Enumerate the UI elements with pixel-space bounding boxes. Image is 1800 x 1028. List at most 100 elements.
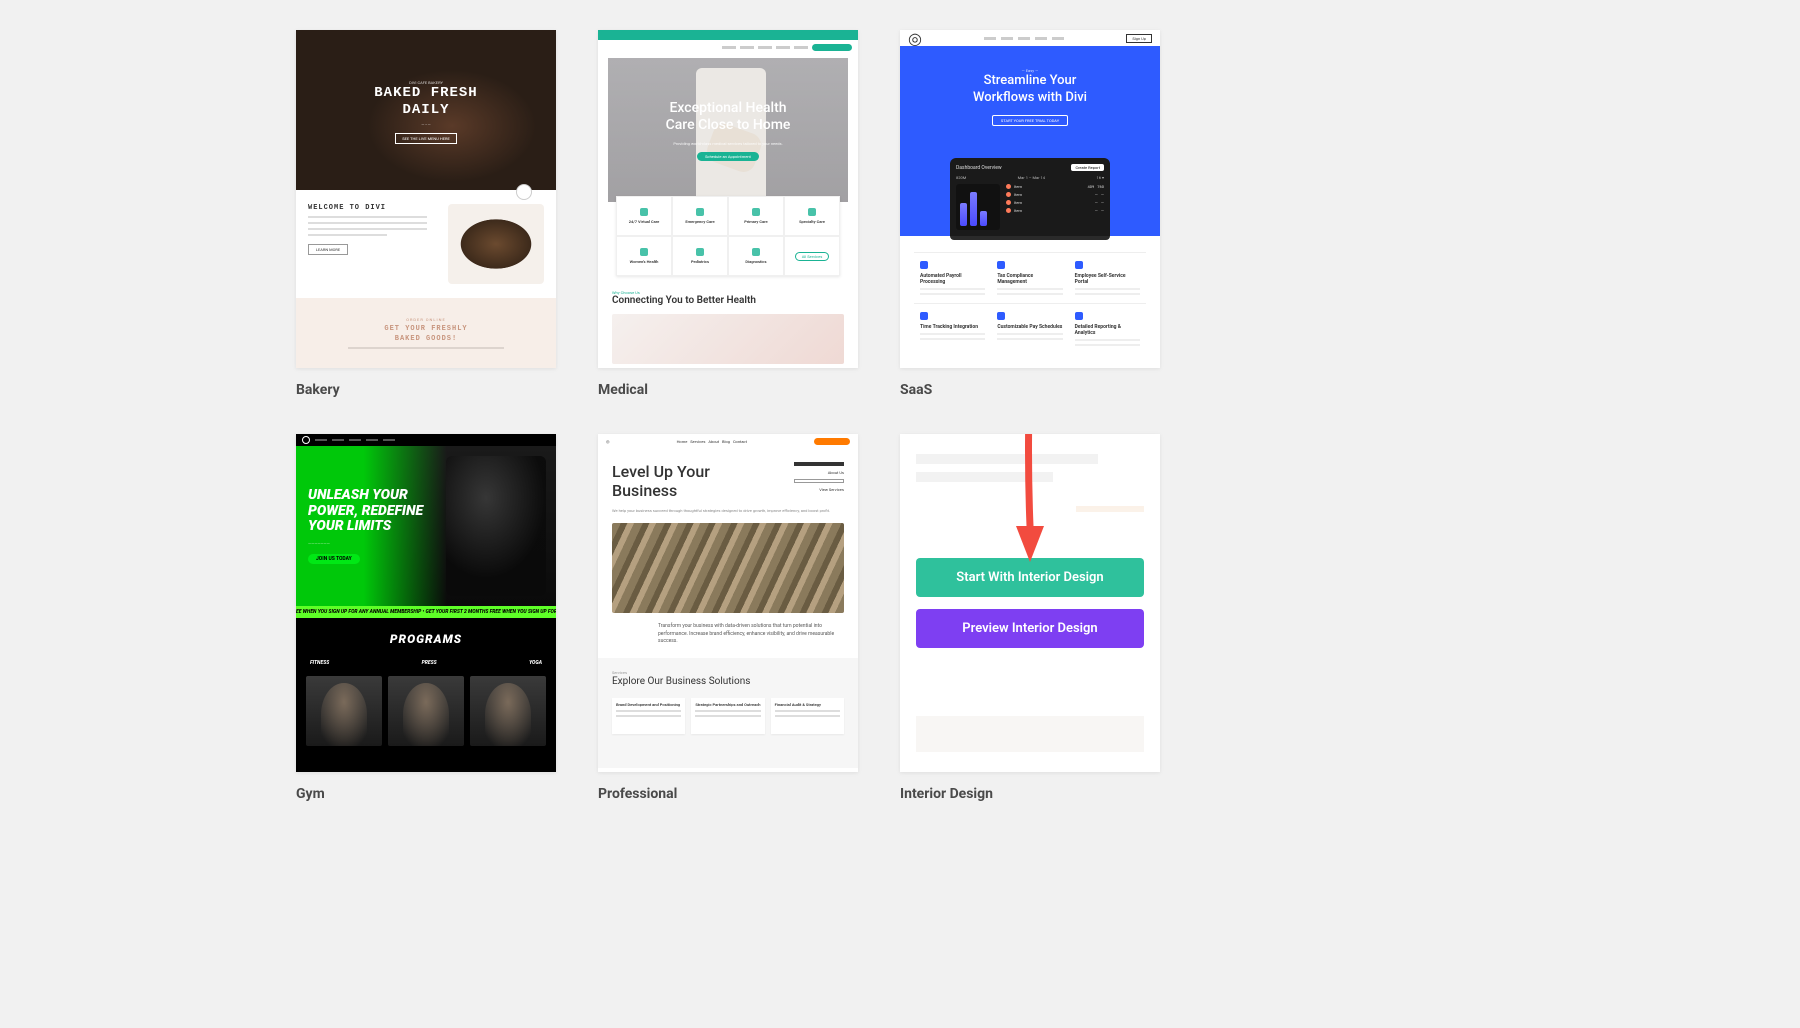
- gym-banner: EE WHEN YOU SIGN UP FOR ANY ANNUAL MEMBE…: [296, 606, 556, 618]
- medical-cell: Women's Health: [630, 259, 659, 264]
- saas-logo-icon: ◎: [908, 30, 922, 48]
- gym-program-image: [470, 676, 546, 746]
- bakery-learn-more-button: LEARN MORE: [308, 244, 348, 255]
- template-thumb-medical[interactable]: Exceptional Health Care Close to Home Pr…: [598, 30, 858, 368]
- template-label-saas: SaaS: [900, 382, 1160, 398]
- pro-nav: ◎ Home Services About Blog Contact: [598, 434, 858, 448]
- pediatrics-icon: [696, 248, 704, 256]
- diagnostics-icon: [752, 248, 760, 256]
- pro-logo-icon: ◎: [606, 439, 610, 444]
- bakery-hero-title: BAKED FRESH DAILY: [374, 85, 477, 119]
- gym-hero: UNLEASH YOUR POWER, REDEFINE YOUR LIMITS…: [296, 446, 556, 606]
- bakery-mid: WELCOME TO DIVI LEARN MORE: [296, 190, 556, 298]
- gym-programs-title: PROGRAMS: [306, 632, 546, 646]
- saas-dash-range: Mar 1 – Mar 14: [1018, 175, 1045, 180]
- specialty-icon: [808, 208, 816, 216]
- gym-logo-icon: [302, 436, 310, 444]
- feature-icon: [920, 261, 928, 269]
- template-card-gym[interactable]: UNLEASH YOUR POWER, REDEFINE YOUR LIMITS…: [296, 434, 556, 802]
- medical-services-grid: 24/7 Virtual Care Emergency Care Primary…: [616, 196, 840, 276]
- feature-icon: [1075, 312, 1083, 320]
- saas-hero: — Easy — Streamline Your Workflows with …: [900, 46, 1160, 236]
- gym-tab: FITNESS: [310, 660, 329, 666]
- template-thumb-bakery[interactable]: ◎ Home About Menu Shop Blog Contact 📞 (5…: [296, 30, 556, 368]
- saas-feature: Automated Payroll Processing: [920, 273, 985, 285]
- emergency-icon: [696, 208, 704, 216]
- saas-feature: Customizable Pay Schedules: [997, 324, 1062, 330]
- template-card-professional[interactable]: ◎ Home Services About Blog Contact Level…: [598, 434, 858, 802]
- bakery-bottom-title: GET YOUR FRESHLY BAKED GOODS!: [384, 325, 467, 343]
- template-thumb-interior-design[interactable]: Start With Interior Design Preview Inter…: [900, 434, 1160, 772]
- bakery-bread-image: [448, 204, 544, 284]
- pro-card: Brand Development and Positioning: [616, 702, 681, 707]
- saas-feature: Tax Compliance Management: [997, 273, 1062, 285]
- saas-dash-metric: 820M: [956, 175, 966, 180]
- gym-tabs: FITNESS PRESS YOGA: [306, 660, 546, 666]
- medical-bottom-image: [612, 314, 844, 364]
- medical-hero-sub: Providing world-class medical services t…: [673, 141, 782, 146]
- start-with-template-button[interactable]: Start With Interior Design: [916, 558, 1144, 597]
- template-label-interior-design: Interior Design: [900, 786, 1160, 802]
- medical-hero-title: Exceptional Health Care Close to Home: [666, 100, 791, 135]
- pro-hero-sub: We help your business succeed through th…: [598, 508, 858, 513]
- template-card-bakery[interactable]: ◎ Home About Menu Shop Blog Contact 📞 (5…: [296, 30, 556, 398]
- template-hover-overlay: Start With Interior Design Preview Inter…: [900, 434, 1160, 772]
- gym-program-image: [306, 676, 382, 746]
- template-thumb-saas[interactable]: ◎ Sign Up — Easy — Streamline Your Workf…: [900, 30, 1160, 368]
- medical-cell: Specialty Care: [799, 219, 825, 224]
- pro-about-link: [794, 462, 844, 466]
- pro-card: Financial Audit & Strategy: [775, 702, 840, 707]
- saas-feature: Employee Self-Service Portal: [1075, 273, 1140, 285]
- pro-hero-image: [612, 523, 844, 613]
- template-card-saas[interactable]: ◎ Sign Up — Easy — Streamline Your Workf…: [900, 30, 1160, 398]
- preview-template-button[interactable]: Preview Interior Design: [916, 609, 1144, 648]
- pro-nav-cta-button: [814, 438, 850, 445]
- template-grid: ◎ Home About Menu Shop Blog Contact 📞 (5…: [0, 0, 1800, 802]
- pro-hero-title: Level Up Your Business: [612, 462, 710, 500]
- medical-cell: Diagnostics: [745, 259, 766, 264]
- bakery-hero-subline: — • —: [421, 122, 431, 127]
- saas-laptop-mockup: Dashboard Overview Create Report 820M Ma…: [950, 158, 1110, 240]
- template-thumb-professional[interactable]: ◎ Home Services About Blog Contact Level…: [598, 434, 858, 772]
- medical-bottom-title: Connecting You to Better Health: [612, 295, 844, 306]
- virtual-care-icon: [640, 208, 648, 216]
- template-label-medical: Medical: [598, 382, 858, 398]
- medical-topbar: [598, 30, 858, 40]
- template-label-professional: Professional: [598, 786, 858, 802]
- medical-cell: Emergency Care: [685, 219, 714, 224]
- template-label-gym: Gym: [296, 786, 556, 802]
- bakery-welcome-title: WELCOME TO DIVI: [308, 204, 440, 212]
- pro-hero: Level Up Your Business About Us View Ser…: [598, 448, 858, 508]
- bakery-stamp-icon: [516, 184, 532, 200]
- gym-tab: PRESS: [422, 660, 437, 666]
- bakery-hero-cta: SEE THE LIVE MENU HERE: [395, 133, 456, 144]
- pro-side-label: View Services: [819, 487, 844, 492]
- template-thumb-gym[interactable]: UNLEASH YOUR POWER, REDEFINE YOUR LIMITS…: [296, 434, 556, 772]
- gym-program-image: [388, 676, 464, 746]
- saas-feature: Detailed Reporting & Analytics: [1075, 324, 1140, 336]
- gym-tab: YOGA: [529, 660, 542, 666]
- medical-cell: 24/7 Virtual Care: [629, 219, 660, 224]
- gym-hero-sub: ———————: [308, 541, 544, 546]
- medical-bottom: Why Choose Us Connecting You to Better H…: [598, 276, 858, 364]
- gym-athlete-image: [446, 456, 546, 596]
- womens-health-icon: [640, 248, 648, 256]
- pro-card: Strategic Partnerships and Outreach: [695, 702, 760, 707]
- pro-side-label: About Us: [828, 470, 844, 475]
- template-card-interior-design[interactable]: Start With Interior Design Preview Inter…: [900, 434, 1160, 802]
- bakery-bottom-tag: ORDER ONLINE: [406, 317, 446, 322]
- gym-nav: [296, 434, 556, 446]
- medical-cell: Primary Care: [744, 219, 767, 224]
- gym-hero-cta-button: JOIN US TODAY: [308, 554, 360, 564]
- feature-icon: [1075, 261, 1083, 269]
- medical-hero-cta-button: Schedule an Appointment: [697, 152, 759, 161]
- template-card-medical[interactable]: Exceptional Health Care Close to Home Pr…: [598, 30, 858, 398]
- pro-services-link: [794, 479, 844, 483]
- saas-feature: Time Tracking Integration: [920, 324, 985, 330]
- gym-programs: PROGRAMS FITNESS PRESS YOGA: [296, 618, 556, 772]
- saas-dash-title: Dashboard Overview: [956, 165, 1002, 171]
- saas-features-grid: Automated Payroll Processing Tax Complia…: [900, 252, 1160, 354]
- saas-hero-title: Streamline Your Workflows with Divi: [973, 73, 1087, 107]
- pro-bottom: Services Explore Our Business Solutions …: [598, 658, 858, 768]
- medical-cell: Pediatrics: [691, 259, 709, 264]
